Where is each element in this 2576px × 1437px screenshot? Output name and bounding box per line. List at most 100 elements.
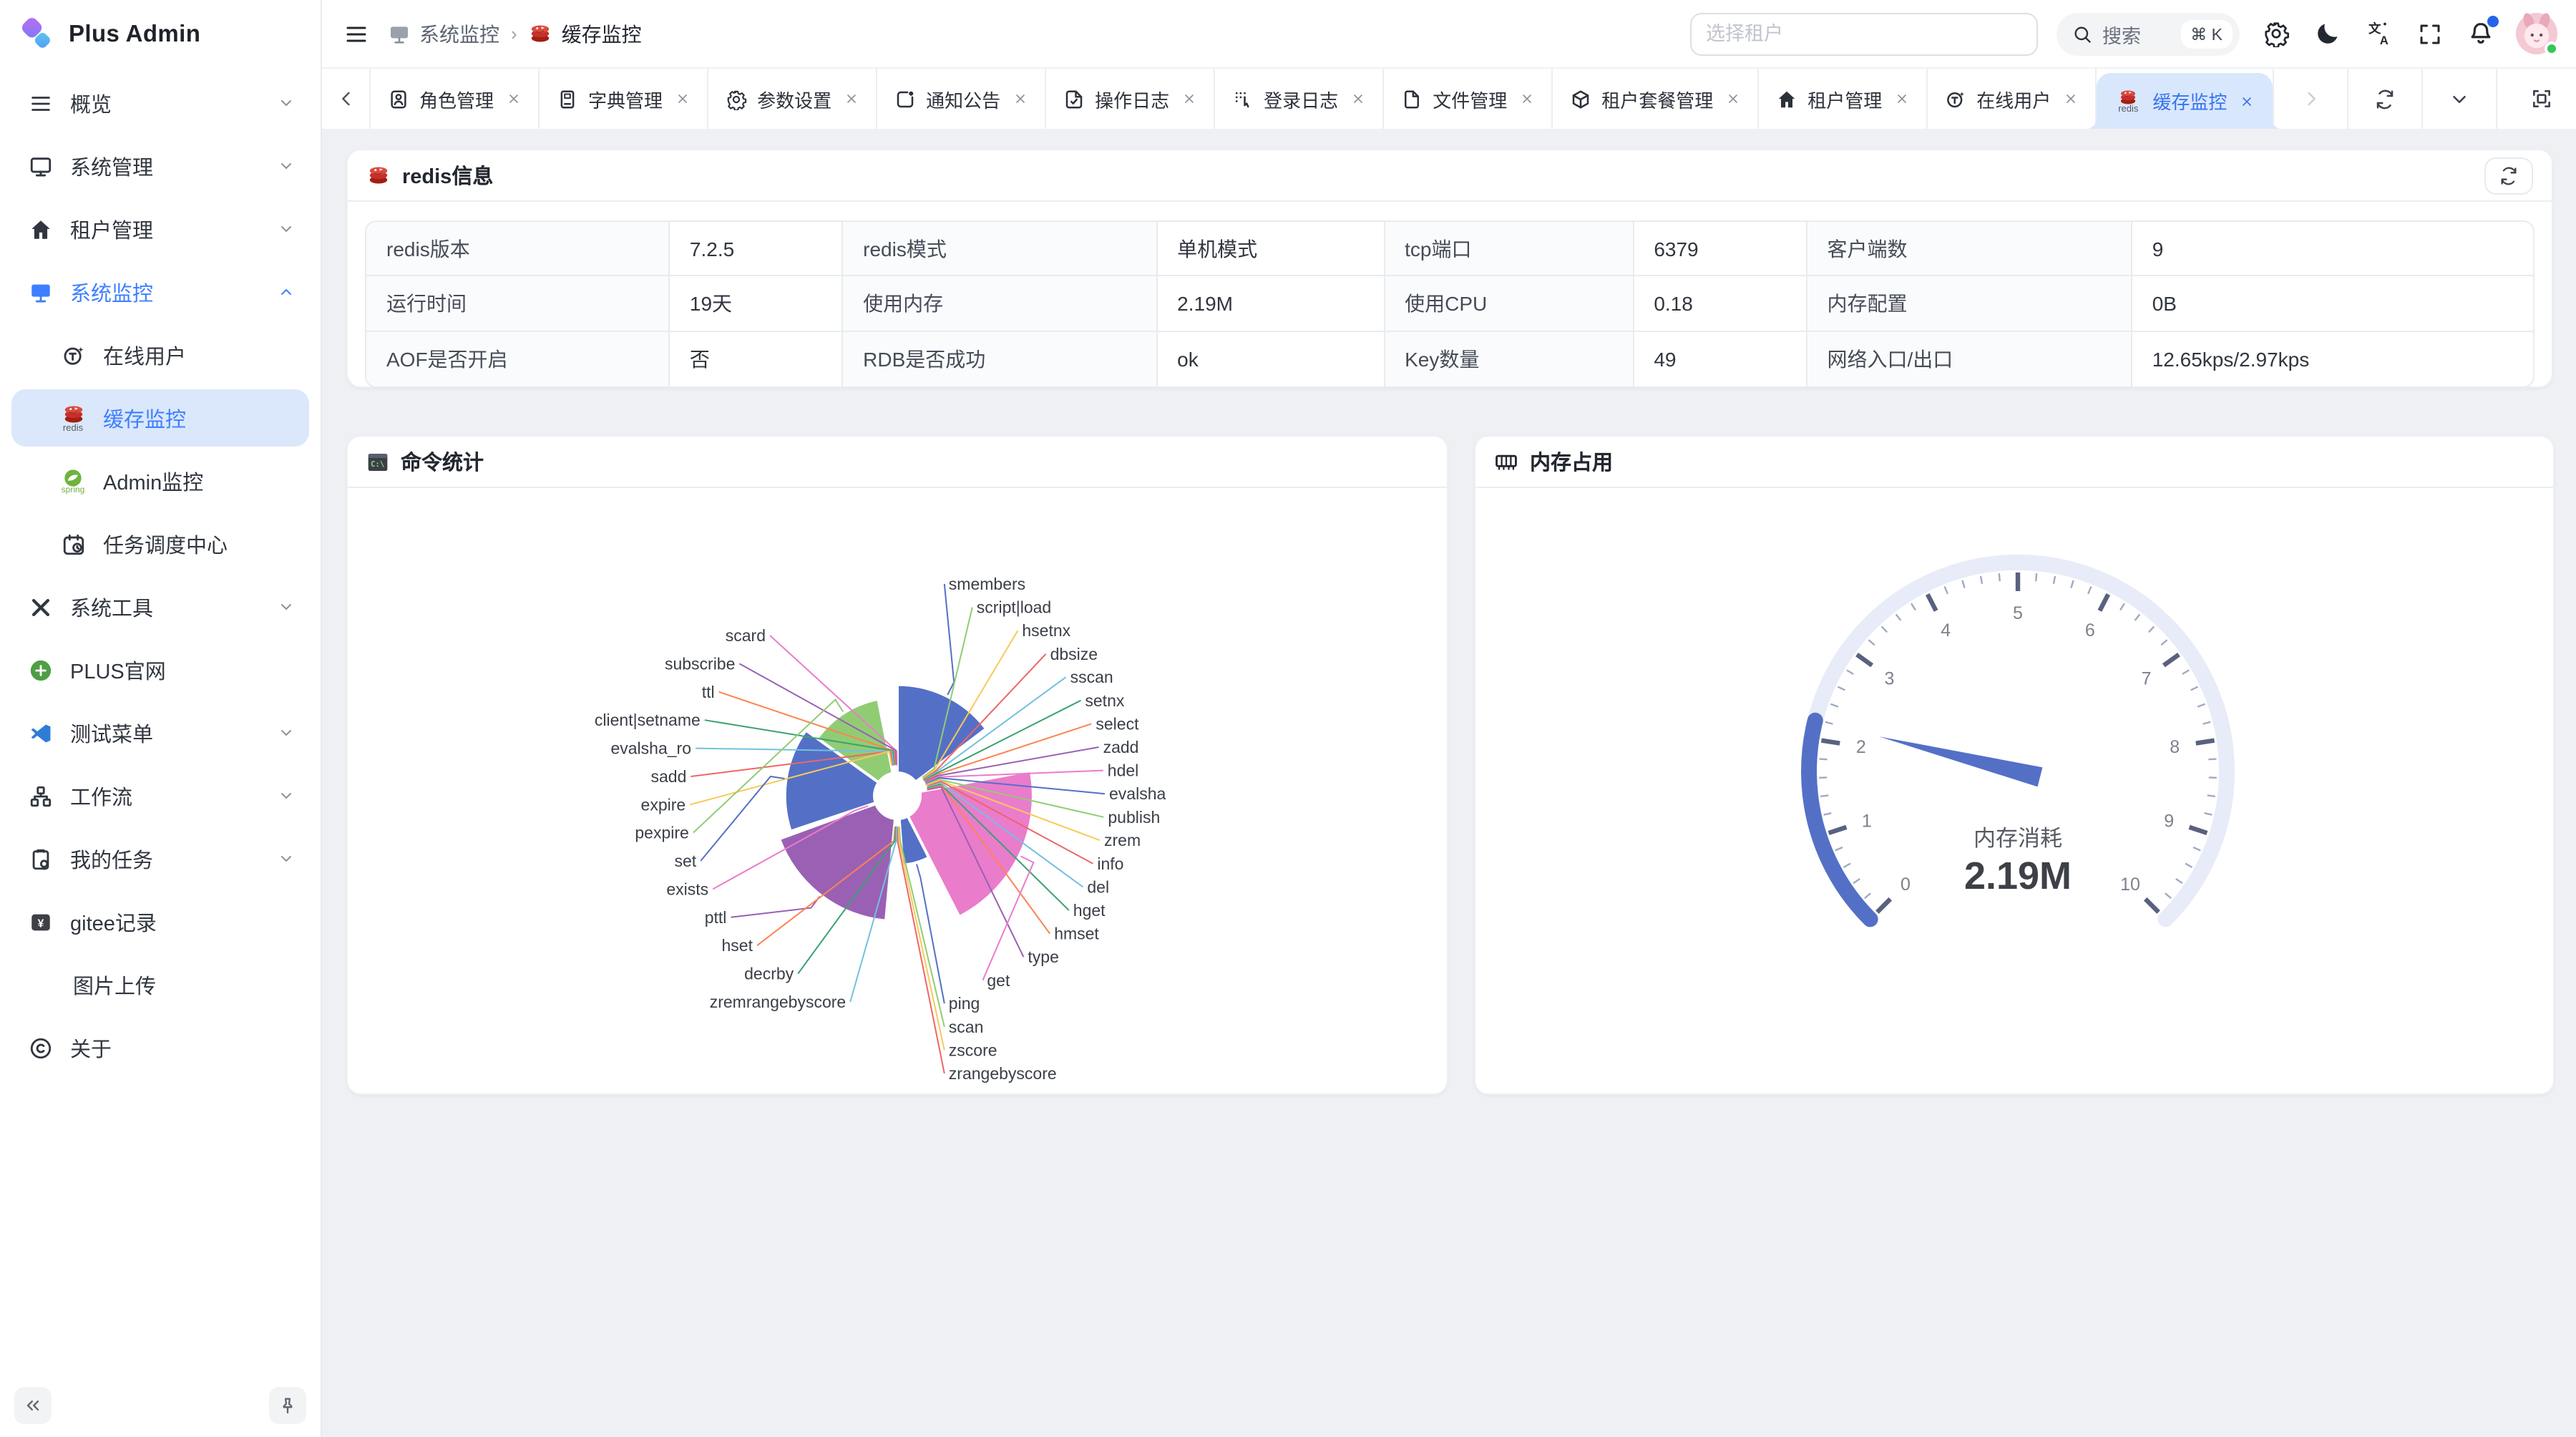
info-value: 0.18 [1634, 277, 1807, 332]
schedule-icon [59, 532, 87, 556]
svg-text:del: del [1087, 877, 1109, 896]
svg-text:expire: expire [641, 795, 686, 814]
redis-info-card: redis信息 redis版本7.2.5redis模式单机模式tcp端口6379… [346, 149, 2553, 388]
close-icon[interactable] [1013, 92, 1028, 106]
sidebar-item-test-menu[interactable]: 测试菜单 [11, 704, 309, 761]
info-value: 49 [1634, 331, 1807, 386]
fullscreen-icon[interactable] [2417, 21, 2443, 47]
sidebar-item-online-users[interactable]: 在线用户 [11, 326, 309, 384]
sidebar-item-my-tasks[interactable]: 我的任务 [11, 830, 309, 887]
tabs-scroll-left-button[interactable] [322, 69, 371, 129]
clipboard-icon [26, 847, 54, 871]
tab-operation-log[interactable]: 操作日志 [1046, 69, 1215, 129]
svg-text:hset: hset [722, 936, 753, 955]
close-icon[interactable] [1182, 92, 1196, 106]
tab-tenant-management[interactable]: 租户管理 [1759, 69, 1928, 129]
chevron-down-icon [278, 787, 295, 804]
close-icon[interactable] [2064, 92, 2078, 106]
chevron-down-icon [278, 94, 295, 112]
tab-online-users[interactable]: 在线用户 [1928, 69, 2097, 129]
tab-file-management[interactable]: 文件管理 [1384, 69, 1553, 129]
close-icon[interactable] [675, 92, 690, 106]
sidebar-item-plus-website[interactable]: PLUS官网 [11, 641, 309, 698]
tab-tenant-package[interactable]: 租户套餐管理 [1553, 69, 1759, 129]
info-label: 使用内存 [843, 277, 1157, 332]
chevron-down-icon [278, 850, 295, 867]
close-icon[interactable] [1726, 92, 1740, 106]
memory-usage-gauge: 012345678910内存消耗2.19M [1475, 488, 2553, 1093]
user-avatar[interactable] [2516, 13, 2557, 54]
tab-param-settings[interactable]: 参数设置 [708, 69, 877, 129]
sidebar-item-gitee-records[interactable]: ¥gitee记录 [11, 893, 309, 950]
close-icon[interactable] [1895, 92, 1909, 106]
tab-login-log[interactable]: 登录日志 [1215, 69, 1384, 129]
redis-info-table: redis版本7.2.5redis模式单机模式tcp端口6379客户端数9运行时… [365, 220, 2534, 388]
info-label: 运行时间 [366, 277, 670, 332]
monitor-icon [26, 154, 54, 178]
svg-text:pexpire: pexpire [635, 824, 688, 842]
sidebar-item-overview[interactable]: 概览 [11, 74, 309, 132]
menu-toggle-button[interactable] [343, 21, 369, 47]
svg-text:pttl: pttl [705, 908, 727, 927]
sidebar-item-system-tools[interactable]: 系统工具 [11, 578, 309, 635]
tab-options-button[interactable] [2421, 69, 2496, 129]
svg-text:publish: publish [1108, 808, 1160, 827]
workflow-icon [26, 784, 54, 808]
refresh-redis-info-button[interactable] [2484, 157, 2533, 194]
sidebar-item-system-management[interactable]: 系统管理 [11, 137, 309, 195]
close-icon[interactable] [507, 92, 521, 106]
sidebar-item-task-scheduler[interactable]: 任务调度中心 [11, 515, 309, 573]
tabs-scroll-right-button[interactable] [2273, 69, 2347, 129]
svg-text:setnx: setnx [1085, 691, 1124, 710]
close-icon[interactable] [2240, 94, 2254, 108]
breadcrumb-system-monitor[interactable]: 系统监控 [388, 19, 499, 48]
svg-text:3: 3 [1884, 669, 1894, 689]
tab-role-management[interactable]: 角色管理 [371, 69, 540, 129]
sidebar-item-tenant-management[interactable]: 租户管理 [11, 200, 309, 258]
sidebar-item-cache-monitor[interactable]: redis缓存监控 [11, 389, 309, 447]
tab-notice[interactable]: 通知公告 [877, 69, 1046, 129]
tab-dict-management[interactable]: 字典管理 [540, 69, 708, 129]
svg-text:scard: scard [726, 626, 766, 645]
tab-bar: 角色管理字典管理参数设置通知公告操作日志登录日志文件管理租户套餐管理租户管理在线… [322, 69, 2576, 129]
svg-text:2: 2 [1856, 737, 1866, 757]
monitor-icon [26, 280, 54, 304]
close-icon[interactable] [1351, 92, 1365, 106]
breadcrumb-cache-monitor[interactable]: 缓存监控 [529, 19, 642, 48]
svg-text:exists: exists [666, 880, 708, 898]
tab-cache-monitor[interactable]: redis缓存监控 [2097, 73, 2273, 129]
refresh-page-button[interactable] [2347, 69, 2421, 129]
app-root: Plus Admin 概览系统管理租户管理系统监控在线用户redis缓存监控sp… [0, 0, 2576, 1437]
close-icon[interactable] [844, 92, 859, 106]
sidebar-item-image-upload[interactable]: 图片上传 [11, 956, 309, 1013]
sidebar-item-admin-monitor[interactable]: springAdmin监控 [11, 452, 309, 510]
close-icon[interactable] [1520, 92, 1534, 106]
app-logo[interactable]: Plus Admin [0, 0, 321, 53]
sidebar-item-workflow[interactable]: 工作流 [11, 767, 309, 824]
notifications-icon[interactable] [2467, 20, 2494, 47]
info-value: 2.19M [1157, 277, 1385, 332]
sidebar-footer [14, 1387, 306, 1424]
tenant-select-input[interactable] [1690, 12, 2038, 55]
tab-list: 角色管理字典管理参数设置通知公告操作日志登录日志文件管理租户套餐管理租户管理在线… [371, 69, 2273, 129]
content-fullscreen-button[interactable] [2496, 69, 2576, 129]
redis-info-title: redis信息 [402, 160, 493, 190]
svg-text:get: get [987, 971, 1010, 990]
svg-text:sadd: sadd [651, 767, 687, 786]
dark-mode-icon[interactable] [2314, 20, 2341, 47]
pin-sidebar-button[interactable] [269, 1387, 306, 1424]
collapse-sidebar-button[interactable] [14, 1387, 52, 1424]
tools-icon [26, 595, 54, 619]
search-shortcut-badge: ⌘ K [2180, 19, 2233, 48]
svg-text:select: select [1096, 714, 1139, 733]
online-user-icon [1945, 88, 1966, 109]
logo-icon [19, 16, 56, 53]
command-stats-title: 命令统计 [401, 447, 484, 477]
sidebar-item-system-monitor[interactable]: 系统监控 [11, 263, 309, 321]
global-search-button[interactable]: 搜索 ⌘ K [2057, 12, 2240, 55]
translate-icon[interactable]: 文A [2366, 20, 2393, 47]
sidebar-item-about[interactable]: 关于 [11, 1019, 309, 1076]
settings-icon[interactable] [2263, 20, 2290, 47]
command-stats-card: C:\ 命令统计 smembersscript|loadhsetnxdbsize… [346, 435, 1448, 1095]
svg-text:type: type [1028, 948, 1058, 966]
